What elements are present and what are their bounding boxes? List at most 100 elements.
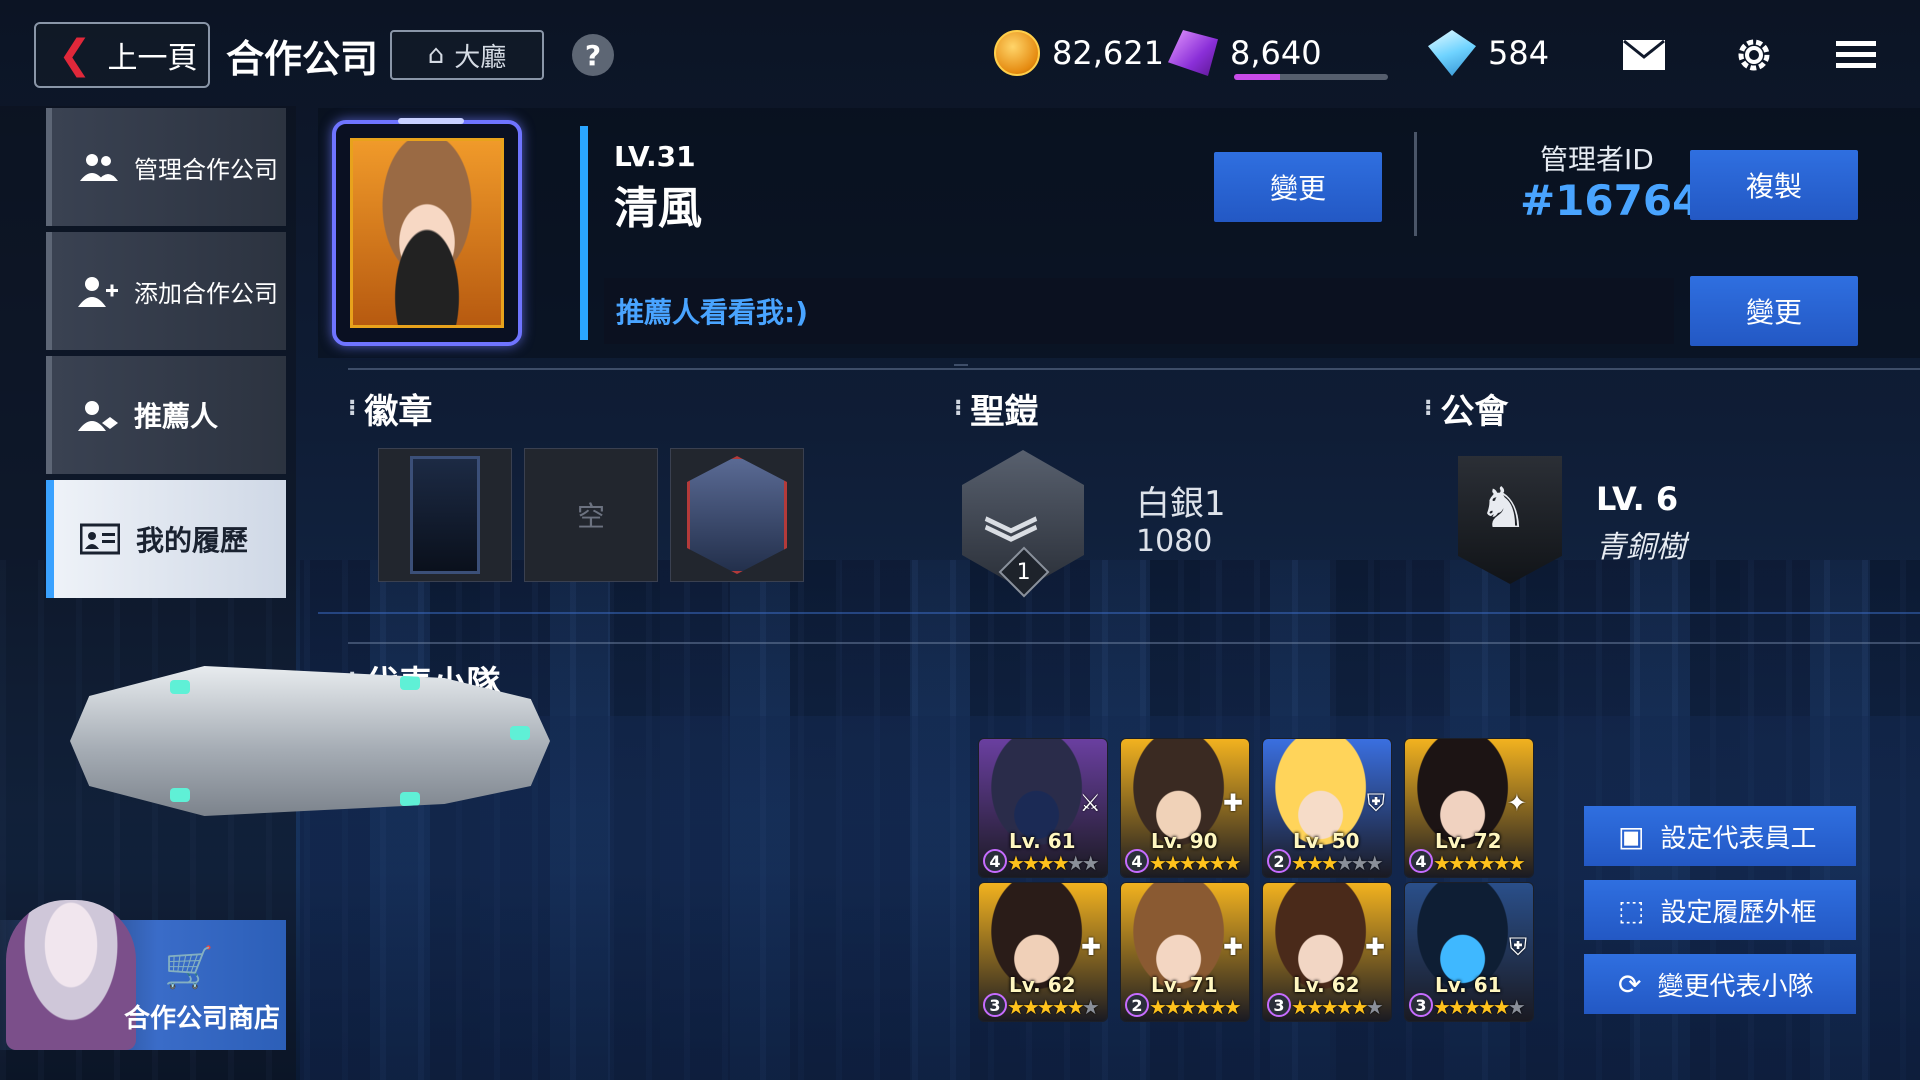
member-level: Lv. 61 bbox=[1009, 829, 1076, 853]
member-grade: 4 bbox=[1125, 849, 1149, 873]
change-team-button[interactable]: ⟳ 變更代表小隊 bbox=[1584, 954, 1856, 1014]
star-filled-icon: ★ bbox=[1149, 851, 1167, 875]
set-representative-button[interactable]: ▣ 設定代表員工 bbox=[1584, 806, 1856, 866]
badges-title: 徽章 bbox=[364, 392, 433, 432]
diamond-counter[interactable]: 584 bbox=[1428, 30, 1549, 76]
member-grade: 4 bbox=[983, 849, 1007, 873]
star-filled-icon: ★ bbox=[1291, 851, 1309, 875]
sidebar-item-recommender[interactable]: 推薦人 bbox=[46, 356, 286, 474]
ship-light bbox=[400, 792, 420, 806]
class-icon: ⛨ bbox=[1367, 789, 1385, 817]
page-title: 合作公司 bbox=[226, 37, 379, 81]
class-icon: ✚ bbox=[1364, 933, 1385, 961]
member-level: Lv. 62 bbox=[1009, 973, 1076, 997]
set-frame-button[interactable]: ⬚ 設定履歷外框 bbox=[1584, 880, 1856, 940]
help-button[interactable]: ? bbox=[572, 34, 614, 76]
team-member-card[interactable]: ✚ Lv. 62 3 ★★★★★★ bbox=[978, 882, 1108, 1022]
member-level: Lv. 90 bbox=[1151, 829, 1218, 853]
section-divider bbox=[348, 368, 1920, 370]
sidebar-item-label: 管理合作公司 bbox=[134, 155, 278, 184]
section-dots-icon: ⁝ bbox=[348, 396, 356, 421]
member-stars: ★★★★★★ bbox=[1149, 851, 1242, 875]
refresh-icon: ⟳ bbox=[1618, 967, 1642, 1001]
change-name-button[interactable]: 變更 bbox=[1214, 152, 1382, 222]
member-stars: ★★★★★★ bbox=[1007, 995, 1100, 1019]
star-filled-icon: ★ bbox=[1433, 851, 1451, 875]
badge-slot-1[interactable] bbox=[378, 448, 512, 582]
sidebar-item-add[interactable]: 添加合作公司 bbox=[46, 232, 286, 350]
member-grade: 3 bbox=[1267, 993, 1291, 1017]
profile-card-icon bbox=[80, 523, 120, 555]
gear-icon[interactable] bbox=[1730, 34, 1778, 76]
ship-light bbox=[510, 726, 530, 740]
star-filled-icon: ★ bbox=[1492, 851, 1511, 875]
guild-title: 公會 bbox=[1440, 392, 1509, 432]
member-stars: ★★★★★★ bbox=[1291, 995, 1384, 1019]
badge-slot-3[interactable] bbox=[670, 448, 804, 582]
team-member-card[interactable]: ✦ Lv. 72 4 ★★★★★★ bbox=[1404, 738, 1534, 878]
gold-counter[interactable]: 82,621 bbox=[994, 30, 1164, 76]
admin-id-value: #16764 bbox=[1520, 176, 1702, 225]
sidebar-item-manage[interactable]: 管理合作公司 bbox=[46, 108, 286, 226]
star-empty-icon: ★ bbox=[1081, 995, 1100, 1019]
frame-icon: ⬚ bbox=[1618, 893, 1645, 927]
star-filled-icon: ★ bbox=[1305, 851, 1324, 875]
star-filled-icon: ★ bbox=[1193, 995, 1212, 1019]
copy-id-button[interactable]: 複製 bbox=[1690, 150, 1858, 220]
change-team-label: 變更代表小隊 bbox=[1657, 971, 1814, 1002]
team-member-card[interactable]: ⚔ Lv. 61 4 ★★★★★★ bbox=[978, 738, 1108, 878]
class-icon: ✚ bbox=[1222, 789, 1243, 817]
badge-slot-2[interactable]: 空 bbox=[524, 448, 658, 582]
mail-icon[interactable] bbox=[1620, 34, 1668, 76]
ship-light bbox=[400, 676, 420, 690]
divider bbox=[1414, 132, 1417, 236]
star-filled-icon: ★ bbox=[1447, 995, 1466, 1019]
star-filled-icon: ★ bbox=[1208, 851, 1227, 875]
star-filled-icon: ★ bbox=[1021, 851, 1040, 875]
section-divider bbox=[348, 642, 1920, 644]
star-empty-icon: ★ bbox=[1066, 851, 1085, 875]
team-member-card[interactable]: ✚ Lv. 71 2 ★★★★★★ bbox=[1120, 882, 1250, 1022]
team-member-card[interactable]: ⛨ Lv. 61 3 ★★★★★★ bbox=[1404, 882, 1534, 1022]
section-dots-icon: ⁝ bbox=[954, 396, 962, 421]
sidebar-item-my-profile[interactable]: 我的履歷 bbox=[46, 480, 286, 598]
team-member-card[interactable]: ✚ Lv. 62 3 ★★★★★★ bbox=[1262, 882, 1392, 1022]
airship-image bbox=[70, 666, 550, 816]
ship-light bbox=[170, 788, 190, 802]
star-filled-icon: ★ bbox=[1223, 851, 1242, 875]
star-filled-icon: ★ bbox=[1208, 995, 1227, 1019]
back-button[interactable]: ❮ 上一頁 bbox=[34, 22, 210, 88]
intro-text: 推薦人看看我:) bbox=[604, 278, 1674, 344]
player-name: 清風 bbox=[614, 183, 702, 234]
profile-card: LV.31 清風 變更 管理者ID #16764 複製 推薦人看看我:) 變更 bbox=[318, 108, 1920, 358]
home-icon: ⌂ bbox=[427, 40, 445, 70]
avatar bbox=[350, 138, 504, 328]
cart-icon: 🛒 bbox=[164, 945, 214, 991]
star-filled-icon: ★ bbox=[1163, 995, 1182, 1019]
star-filled-icon: ★ bbox=[1223, 995, 1242, 1019]
change-intro-button[interactable]: 變更 bbox=[1690, 276, 1858, 346]
set-frame-label: 設定履歷外框 bbox=[1660, 897, 1817, 928]
star-filled-icon: ★ bbox=[1320, 995, 1339, 1019]
ship-light bbox=[170, 680, 190, 694]
section-divider bbox=[318, 612, 1920, 614]
team-member-card[interactable]: ⛨ Lv. 50 2 ★★★★★★ bbox=[1262, 738, 1392, 878]
lobby-button[interactable]: ⌂ 大廳 bbox=[390, 30, 544, 80]
gem-counter[interactable]: 8,640 bbox=[1168, 30, 1322, 76]
star-filled-icon: ★ bbox=[1320, 851, 1339, 875]
team-member-card[interactable]: ✚ Lv. 90 4 ★★★★★★ bbox=[1120, 738, 1250, 878]
trophy-badge-icon bbox=[687, 456, 787, 574]
star-filled-icon: ★ bbox=[1335, 995, 1354, 1019]
star-empty-icon: ★ bbox=[1365, 851, 1384, 875]
avatar-frame[interactable] bbox=[332, 118, 522, 346]
menu-icon[interactable] bbox=[1832, 34, 1880, 76]
class-icon: ✚ bbox=[1080, 933, 1101, 961]
gem-progress-bar bbox=[1234, 74, 1388, 80]
star-filled-icon: ★ bbox=[1066, 995, 1085, 1019]
member-stars: ★★★★★★ bbox=[1433, 995, 1526, 1019]
sidebar-item-label: 我的履歷 bbox=[136, 524, 249, 557]
company-shop-label: 合作公司商店 bbox=[124, 1004, 281, 1034]
star-filled-icon: ★ bbox=[1007, 851, 1025, 875]
class-icon: ⛨ bbox=[1509, 933, 1527, 961]
star-filled-icon: ★ bbox=[1507, 851, 1526, 875]
